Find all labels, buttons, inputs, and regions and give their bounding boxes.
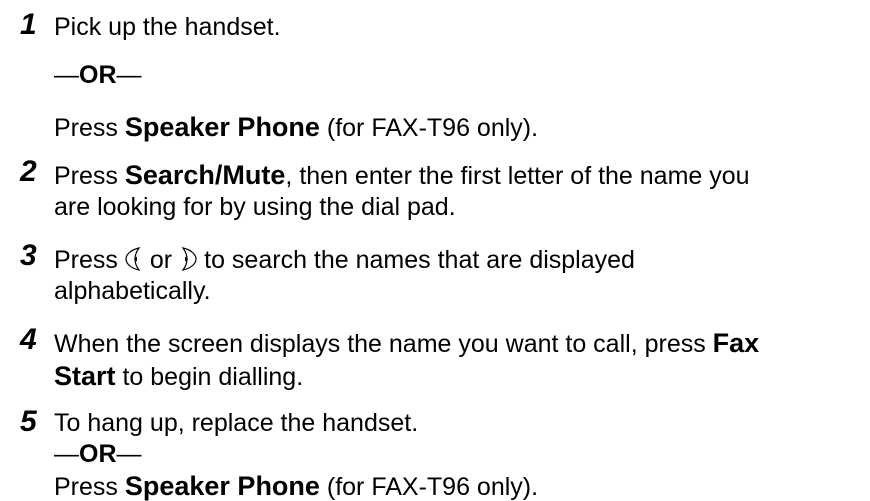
or-dash-right: — bbox=[116, 61, 142, 89]
step-number-1: 1 bbox=[20, 8, 37, 41]
start-key-label: Start bbox=[54, 361, 116, 391]
step-1-alt-text: Press Speaker Phone (for FAX-T96 only). bbox=[54, 112, 539, 142]
step-3-text-line1: Press or to search the names that are disp… bbox=[54, 246, 635, 274]
or-label: OR bbox=[79, 61, 117, 89]
step-number-2: 2 bbox=[20, 155, 37, 188]
step-5-alt-text: Press Speaker Phone (for FAX-T96 only). bbox=[54, 471, 539, 501]
speaker-phone-key-label: Speaker Phone bbox=[124, 471, 320, 501]
step-4-text-line2: Start to begin dialling. bbox=[54, 361, 304, 391]
step-1-text: Pick up the handset. bbox=[54, 13, 281, 41]
step-3-text-line2: alphabetically. bbox=[54, 277, 211, 305]
or-dash-left: — bbox=[54, 61, 79, 89]
step-number-4: 4 bbox=[20, 323, 37, 356]
step-5-or: —OR— bbox=[54, 442, 142, 467]
step-4-text-line1: When the screen displays the name you wa… bbox=[54, 328, 760, 358]
speaker-phone-key-label: Speaker Phone bbox=[124, 112, 320, 142]
step-2-text-line1: Press Search/Mute, then enter the first … bbox=[54, 160, 750, 190]
step-2-text-line2: are looking for by using the dial pad. bbox=[54, 193, 456, 221]
search-mute-key-label: Search/Mute bbox=[124, 160, 286, 190]
step-1-or: —OR— bbox=[54, 63, 142, 88]
or-label: OR bbox=[79, 440, 117, 468]
step-number-3: 3 bbox=[20, 239, 37, 272]
step-number-5: 5 bbox=[20, 405, 37, 438]
right-arrow-key-icon bbox=[178, 246, 198, 272]
left-arrow-key-icon bbox=[124, 246, 144, 272]
fax-key-label: Fax bbox=[712, 328, 760, 358]
or-dash-left: — bbox=[54, 440, 79, 468]
or-dash-right: — bbox=[116, 440, 142, 468]
step-5-text: To hang up, replace the handset. bbox=[54, 409, 419, 437]
